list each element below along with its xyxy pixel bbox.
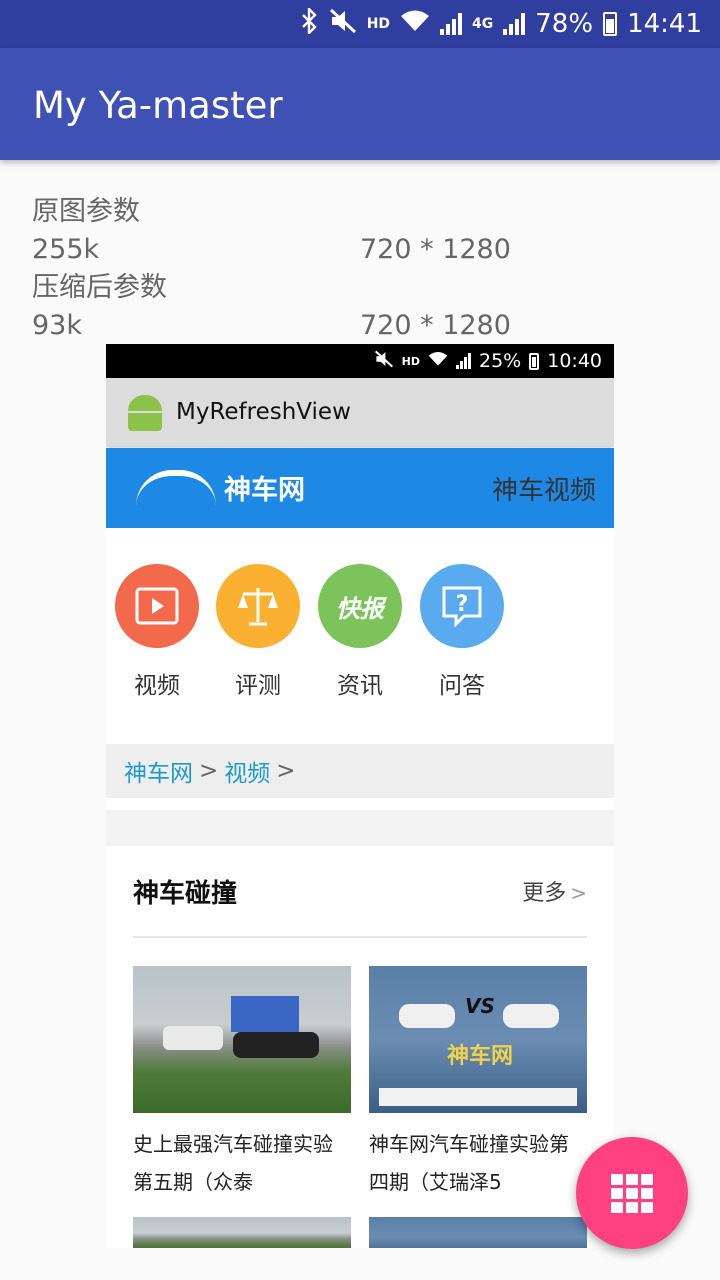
video-card[interactable]: 史上最强汽车碰撞实验 第五期（众泰 (133, 966, 351, 1201)
embedded-app-title: MyRefreshView (176, 399, 351, 425)
video-thumbnail[interactable] (133, 1217, 351, 1248)
embedded-status-bar: HD 25% 10:40 (106, 344, 614, 378)
section-title: 神车碰撞 (133, 878, 238, 909)
category-grid: 视频 评测 快报 资讯 ? 问答 (106, 528, 614, 744)
hd-label: HD (366, 16, 391, 32)
car-logo-icon (136, 469, 216, 506)
embedded-battery-icon (529, 352, 540, 370)
category-news[interactable]: 快报 资讯 (318, 564, 402, 700)
clock: 14:41 (627, 9, 702, 39)
video-thumbnail[interactable] (369, 1217, 587, 1248)
category-video[interactable]: 视频 (115, 564, 199, 700)
scale-icon (216, 564, 300, 648)
banner: 神车网 神车视频 (106, 448, 614, 528)
mute-icon (329, 8, 357, 41)
wifi-icon (400, 9, 430, 40)
signal-icon-2 (503, 13, 526, 35)
chevron-right-icon: > (570, 881, 587, 905)
embedded-app-bar: MyRefreshView (106, 378, 614, 446)
embedded-hd-label: HD (401, 354, 420, 368)
original-size: 255k (32, 234, 100, 265)
bluetooth-icon (301, 5, 319, 41)
app-title: My Ya-master (33, 84, 283, 127)
android-icon (126, 393, 164, 431)
more-link[interactable]: 更多 > (522, 875, 587, 907)
site-logo: 神车网 (136, 468, 305, 507)
breadcrumb: 神车网 > 视频 > (106, 744, 614, 798)
embedded-wifi-icon (428, 350, 448, 372)
battery-percent: 78% (535, 9, 594, 39)
app-bar: My Ya-master (0, 48, 720, 160)
embedded-signal-icon (456, 353, 471, 369)
news-icon: 快报 (318, 564, 402, 648)
category-qa[interactable]: ? 问答 (420, 564, 504, 700)
apps-fab[interactable] (576, 1137, 688, 1249)
embedded-battery-percent: 25% (479, 350, 522, 372)
compressed-size: 93k (32, 310, 82, 341)
video-thumbnail (133, 966, 351, 1113)
svg-text:?: ? (456, 592, 469, 617)
category-review[interactable]: 评测 (216, 564, 300, 700)
question-icon: ? (420, 564, 504, 648)
breadcrumb-video[interactable]: 视频 (224, 754, 270, 788)
embedded-mute-icon (374, 350, 394, 373)
compressed-image: HD 25% 10:40 MyRefreshView 神车网 神车视频 视频 评… (106, 344, 614, 1248)
original-label: 原图参数 (32, 196, 140, 227)
status-bar: HD 4G 78% 14:41 (0, 0, 720, 48)
embedded-clock: 10:40 (547, 350, 602, 372)
video-thumbnail: VS 神车网 (369, 966, 587, 1113)
compressed-dims: 720 * 1280 (360, 310, 511, 341)
banner-right-text: 神车视频 (491, 476, 596, 506)
play-icon (115, 564, 199, 648)
breadcrumb-home[interactable]: 神车网 (124, 754, 193, 788)
battery-icon (603, 12, 618, 36)
compressed-label: 压缩后参数 (32, 272, 167, 303)
crash-section: 神车碰撞 更多 > 史上最强汽车碰撞实验 第五期（众泰 VS 神车网 神车网汽车… (106, 846, 614, 1248)
4g-label: 4G (472, 16, 494, 32)
apps-grid-icon (611, 1173, 653, 1213)
original-dims: 720 * 1280 (360, 234, 511, 265)
signal-icon (440, 13, 463, 35)
video-card[interactable]: VS 神车网 神车网汽车碰撞实验第 四期（艾瑞泽5 (369, 966, 587, 1201)
